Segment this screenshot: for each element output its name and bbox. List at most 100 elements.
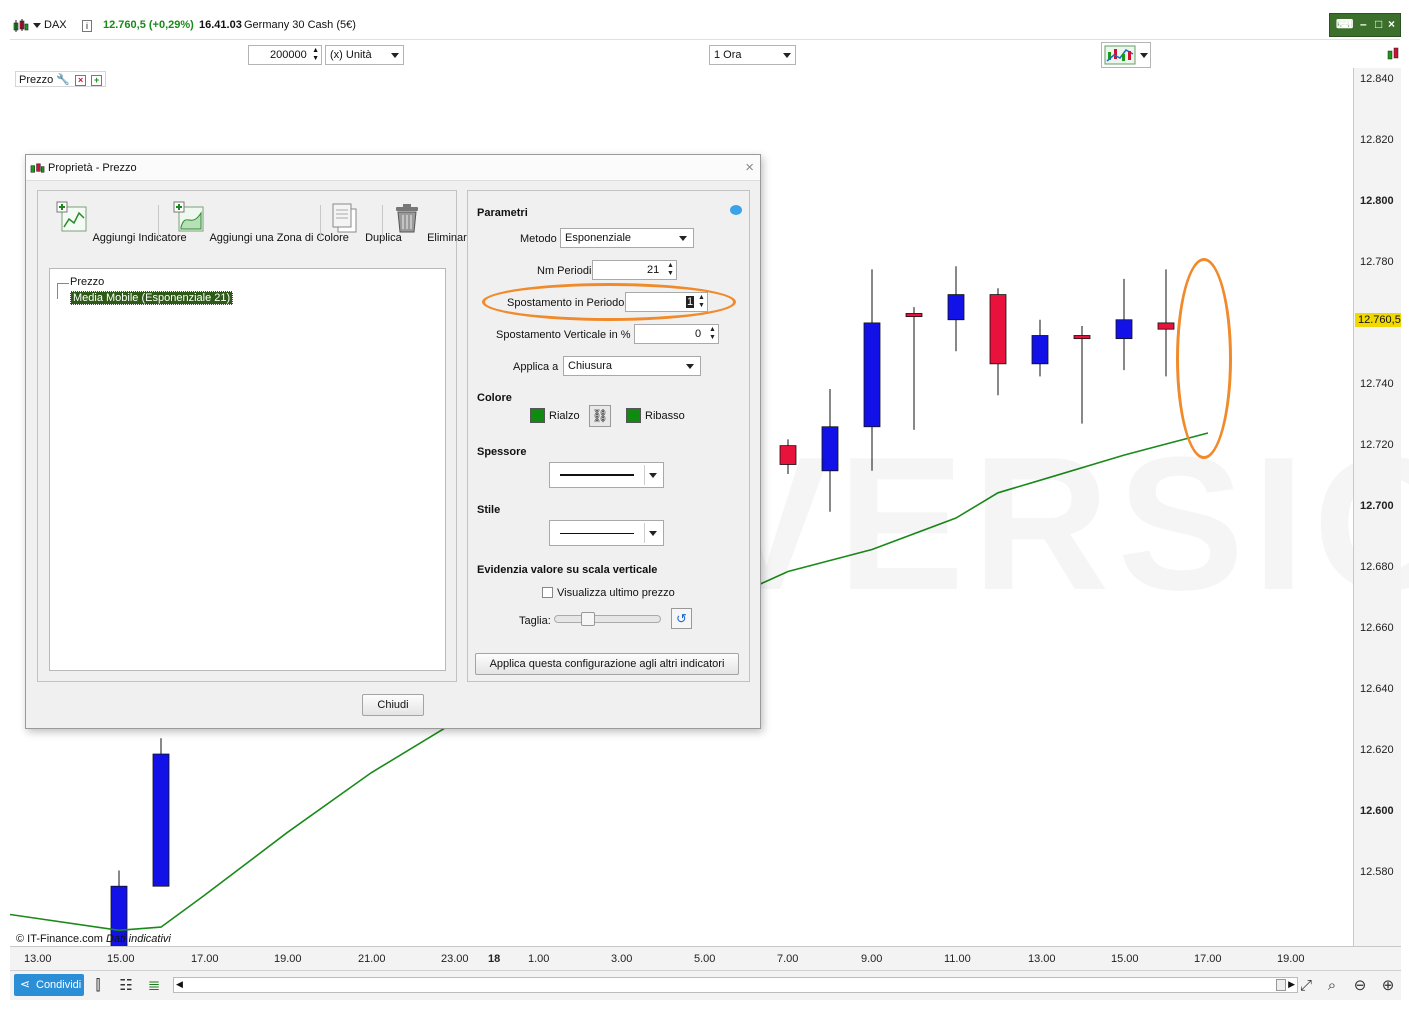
candle[interactable] [989, 288, 1007, 396]
style-select[interactable] [549, 520, 664, 546]
reset-icon[interactable]: ↺ [671, 608, 692, 629]
maximize-icon[interactable]: □ [1375, 17, 1382, 31]
quote-time: 16.41.03 [199, 19, 242, 31]
periods-stepper[interactable]: 21 ▲ ▼ [592, 260, 677, 280]
remove-indicator-icon[interactable]: × [75, 74, 87, 86]
list-icon[interactable]: ☷ [116, 976, 136, 996]
spin-icon[interactable]: ▲ ▼ [312, 47, 319, 63]
autoscale-icon[interactable]: ⤢ [1296, 976, 1316, 996]
x-tick-label: 23.00 [441, 953, 469, 965]
link-colors-icon[interactable]: ⛓ [589, 405, 611, 427]
color-zone-icon [173, 201, 204, 232]
candle[interactable] [821, 388, 839, 512]
scroll-thumb[interactable] [1276, 979, 1286, 991]
apply-to-all-button[interactable]: Applica questa configurazione agli altri… [475, 653, 739, 675]
add-indicator-icon[interactable]: + [91, 74, 103, 86]
x-tick-label: 19.00 [1277, 953, 1305, 965]
zoom-out-icon[interactable]: ⊖ [1350, 976, 1370, 996]
chevron-down-icon [644, 465, 662, 485]
x-tick-label: 13.00 [24, 953, 52, 965]
symbol-dropdown-icon[interactable] [33, 23, 41, 28]
close-icon[interactable]: × [745, 159, 754, 176]
thickness-select[interactable] [549, 462, 664, 488]
apply-to-select[interactable]: Chiusura [563, 356, 701, 376]
y-tick-label: 12.800 [1360, 195, 1394, 207]
close-icon[interactable]: × [1388, 17, 1395, 31]
candle[interactable] [1031, 319, 1049, 377]
layers-icon[interactable]: ≣ [144, 976, 164, 996]
color-up-swatch[interactable] [530, 408, 545, 423]
candle[interactable] [863, 269, 881, 471]
candle[interactable] [152, 738, 170, 887]
side-chart-icon[interactable] [1386, 45, 1401, 65]
keyboard-icon[interactable]: ⌨ [1336, 17, 1353, 31]
help-bubble-icon[interactable] [730, 205, 742, 215]
chart-legend: Prezzo 🔧 × + [15, 71, 107, 87]
horizontal-scrollbar[interactable]: ◀ ▶ [173, 977, 1298, 993]
candle[interactable] [779, 439, 797, 474]
y-tick-label: 12.820 [1360, 134, 1394, 146]
method-value: Esponenziale [565, 232, 632, 244]
x-axis[interactable]: 13.00 15.00 17.00 19.00 21.00 23.00 18 1.00 3.00… [10, 946, 1401, 970]
periods-value: 21 [647, 264, 660, 276]
close-button[interactable]: Chiudi [362, 694, 424, 716]
x-tick-label: 17.00 [1194, 953, 1222, 965]
add-color-zone-button[interactable]: Aggiungi una Zona di Colore [173, 201, 349, 244]
data-disclaimer: Dati indicativi [106, 933, 171, 945]
x-tick-label: 15.00 [107, 953, 135, 965]
zoom-fit-icon[interactable]: ⌕ [1322, 976, 1342, 996]
x-tick-label: 1.00 [528, 953, 550, 965]
method-select[interactable]: Esponenziale [560, 228, 694, 248]
chevron-down-icon [783, 53, 791, 58]
vertical-shift-stepper[interactable]: 0 ▲ ▼ [634, 324, 719, 344]
chart-type-button[interactable] [1101, 42, 1151, 68]
candle[interactable] [905, 307, 923, 430]
x-tick-label: 5.00 [694, 953, 716, 965]
scroll-right-icon[interactable]: ▶ [1288, 979, 1295, 990]
timeframe-select[interactable]: 1 Ora [709, 45, 796, 65]
section-parametri: Parametri [477, 207, 528, 219]
y-tick-label: 12.620 [1360, 744, 1394, 756]
candle-style-icon[interactable]: ⫿ [88, 976, 108, 996]
delete-button[interactable]: Eliminare [390, 201, 473, 244]
wrench-icon[interactable]: 🔧 [56, 74, 70, 86]
size-slider[interactable] [554, 612, 661, 626]
share-label: Condividi [36, 979, 82, 991]
chevron-down-icon [679, 236, 687, 241]
share-button[interactable]: ⋖ Condividi [14, 974, 84, 996]
tree-item-prezzo[interactable]: Prezzo [70, 276, 104, 288]
share-icon: ⋖ [20, 977, 31, 991]
add-indicator-icon [56, 201, 87, 232]
spin-icon[interactable]: ▲ ▼ [708, 326, 717, 342]
indicator-tree[interactable]: Prezzo Media Mobile (Esponenziale 21) [49, 268, 446, 671]
section-stile: Stile [477, 504, 501, 516]
periods-label: Nm Periodi [537, 265, 592, 277]
quantity-stepper[interactable]: 200000 ▲ ▼ [248, 45, 322, 65]
candle[interactable] [1115, 278, 1133, 371]
slider-thumb[interactable] [581, 612, 595, 626]
annotation-ellipse-chart [1176, 258, 1232, 459]
tree-item-moving-average[interactable]: Media Mobile (Esponenziale 21) [70, 291, 234, 305]
unit-select[interactable]: (x) Unità [325, 45, 404, 65]
dialog-titlebar[interactable]: Proprietà - Prezzo × [26, 155, 760, 181]
info-icon[interactable]: i [82, 20, 92, 32]
bottom-bar: ⋖ Condividi ⫿ ☷ ≣ ◀ ▶ ⤢ ⌕ ⊖ ⊕ [10, 970, 1401, 1000]
quantity-value: 200000 [270, 49, 307, 61]
candle[interactable] [947, 266, 965, 352]
show-last-price-checkbox[interactable] [542, 587, 553, 598]
spin-icon[interactable]: ▲ ▼ [666, 262, 675, 278]
vertical-shift-label: Spostamento Verticale in % [496, 329, 631, 341]
y-axis[interactable]: 12.840 12.820 12.800 12.780 12.740 12.720 12.7… [1353, 68, 1401, 946]
candle[interactable] [1157, 269, 1175, 377]
symbol-name[interactable]: DAX [44, 19, 67, 31]
minimize-icon[interactable]: – [1360, 17, 1367, 31]
candlestick-icon[interactable] [13, 18, 29, 34]
duplicate-button[interactable]: Duplica [328, 201, 402, 244]
zoom-in-icon[interactable]: ⊕ [1378, 976, 1398, 996]
scroll-left-icon[interactable]: ◀ [176, 979, 183, 990]
candle[interactable] [1073, 326, 1091, 424]
color-down-swatch[interactable] [626, 408, 641, 423]
add-indicator-button[interactable]: Aggiungi Indicatore [56, 201, 187, 244]
dialog-title: Proprietà - Prezzo [48, 162, 137, 174]
section-highlight: Evidenzia valore su scala verticale [477, 564, 658, 576]
